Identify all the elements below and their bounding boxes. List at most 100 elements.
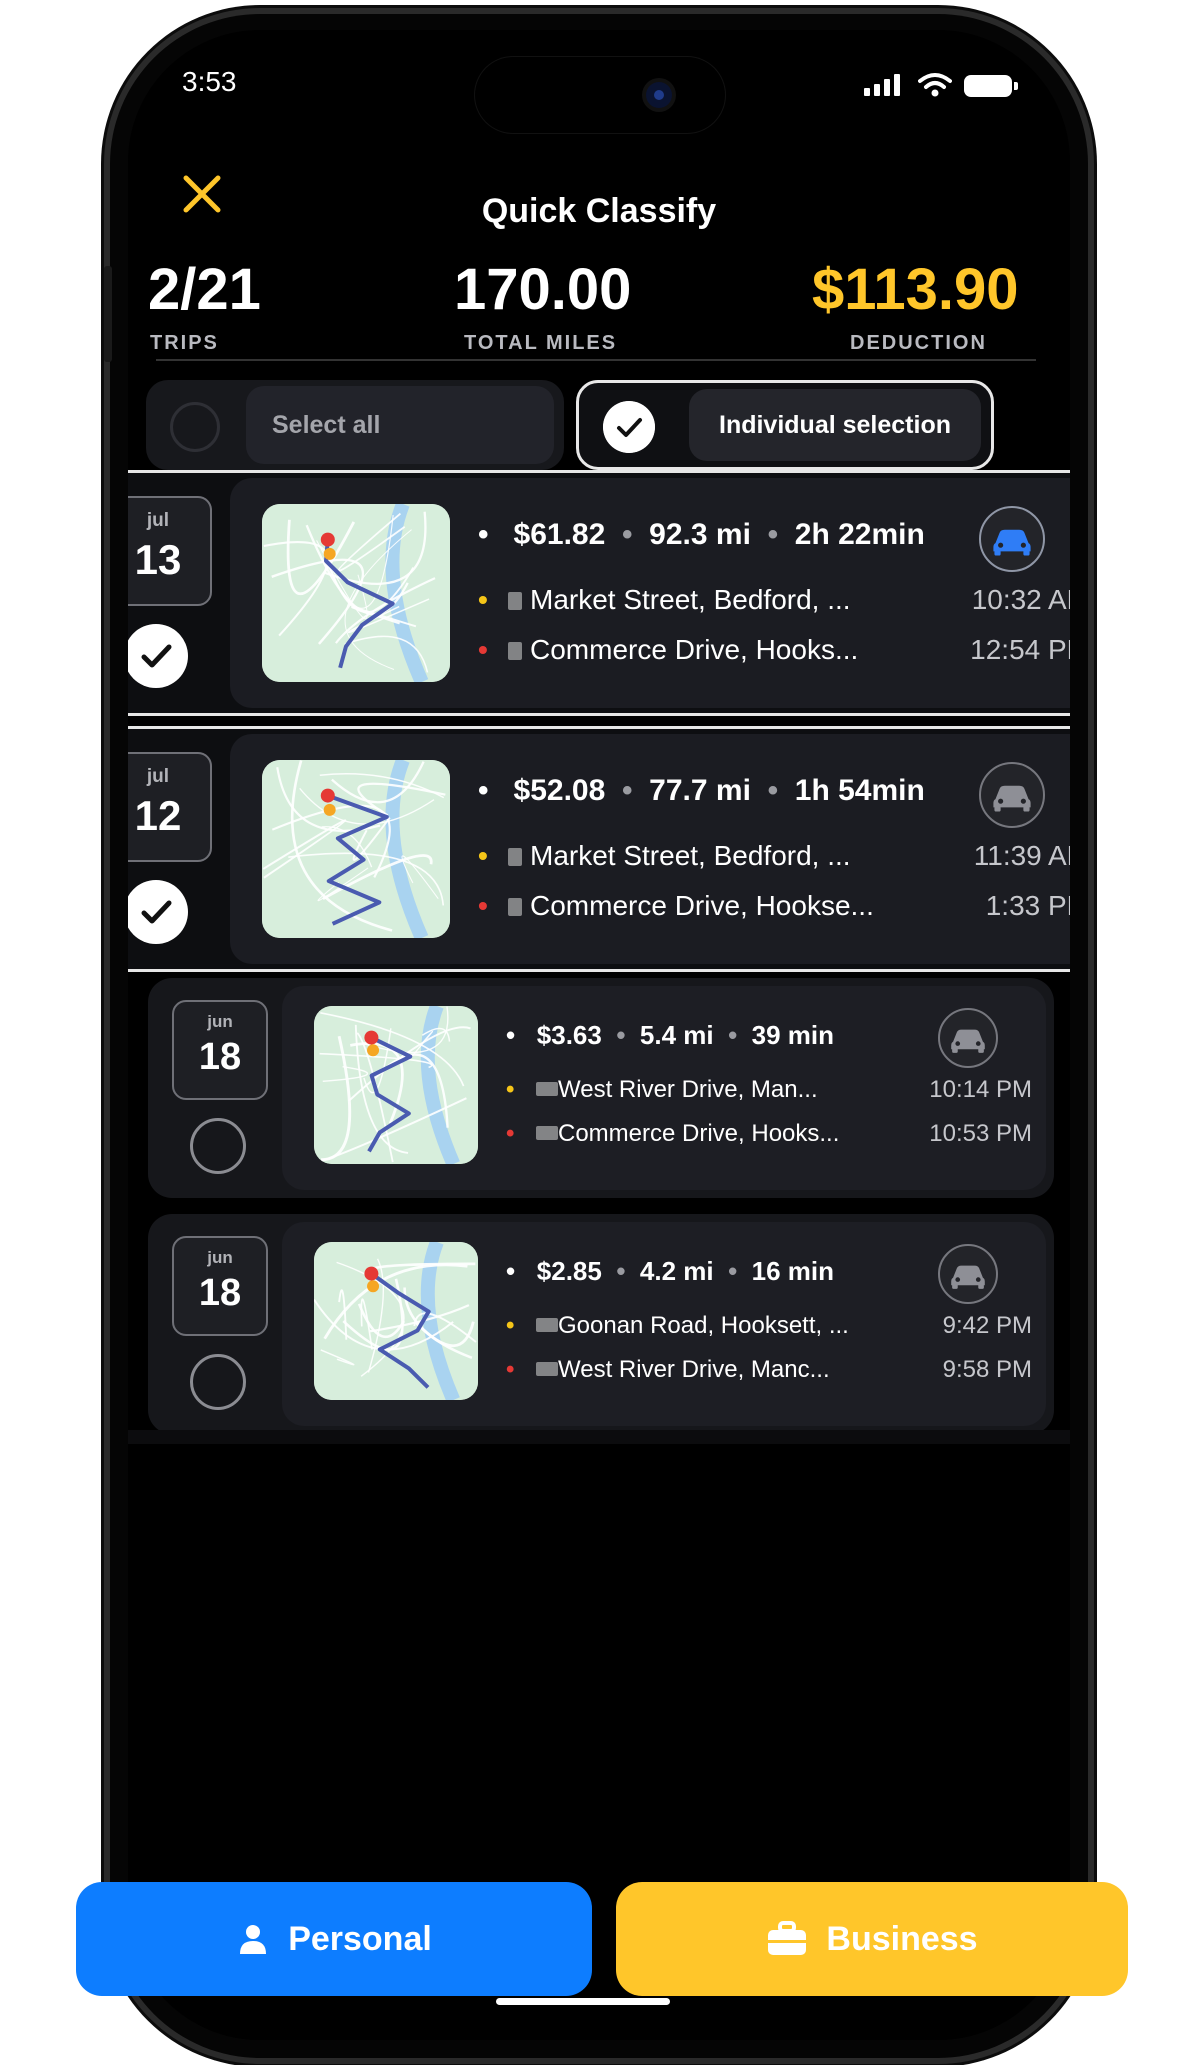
- signal-icon: [864, 74, 900, 96]
- select-all-radio[interactable]: [170, 402, 220, 452]
- individual-selection-option[interactable]: Individual selection: [576, 380, 994, 470]
- app-screen: 3:53 Quick Classify 2/21 TRIPS 170.00 TO…: [128, 30, 1070, 2040]
- status-time: 3:53: [182, 66, 237, 97]
- trip-to-address: West River Drive, Manc...: [558, 1356, 830, 1383]
- trip-day: 12: [134, 792, 182, 839]
- vehicle-button[interactable]: [938, 1008, 998, 1068]
- origin-dot: •: [506, 1076, 515, 1103]
- trip-to-address: Commerce Drive, Hooks...: [530, 634, 859, 665]
- origin-dot: •: [478, 840, 488, 871]
- redacted-house-number: [508, 642, 522, 660]
- vehicle-button[interactable]: [938, 1244, 998, 1304]
- trip-route-map: [262, 504, 450, 682]
- redacted-house-number: [508, 592, 522, 610]
- car-icon: [951, 1265, 985, 1289]
- personal-label: Personal: [288, 1919, 432, 1958]
- trip-select-checkbox[interactable]: [128, 880, 188, 944]
- trip-month: jul: [146, 510, 170, 531]
- trip-card[interactable]: jul 12 • $52.08 • 77.7 mi • 1h 54min • M…: [128, 726, 1070, 972]
- trip-select-checkbox[interactable]: [190, 1118, 246, 1174]
- home-indicator[interactable]: [496, 1998, 670, 2005]
- redacted-house-number: [508, 898, 522, 916]
- trip-duration: 39 min: [751, 1020, 835, 1050]
- trip-route-map: [262, 760, 450, 938]
- personal-button[interactable]: Personal: [76, 1882, 592, 1996]
- trip-origin: • Goonan Road, Hooksett, ... 9:42 PM: [506, 1312, 1032, 1348]
- car-icon: [993, 785, 1031, 812]
- individual-selection-button[interactable]: Individual selection: [689, 389, 981, 461]
- trip-from-address: West River Drive, Man...: [558, 1076, 818, 1103]
- trip-month: jun: [207, 1012, 233, 1031]
- trip-from-time: 10:14 PM: [929, 1076, 1032, 1103]
- origin-dot: •: [506, 1312, 515, 1339]
- header: Quick Classify: [128, 170, 1070, 230]
- trip-destination: • West River Drive, Manc... 9:58 PM: [506, 1356, 1032, 1392]
- trip-select-checkbox[interactable]: [128, 624, 188, 688]
- trip-duration: 1h 54min: [794, 774, 925, 807]
- vehicle-button[interactable]: [979, 506, 1045, 572]
- business-label: Business: [826, 1919, 978, 1958]
- trip-select-checkbox[interactable]: [190, 1354, 246, 1410]
- trip-summary: • $2.85 • 4.2 mi • 16 min: [506, 1256, 835, 1286]
- trip-to-time: 1:33 PM: [985, 890, 1070, 921]
- select-all-button[interactable]: Select all: [246, 386, 554, 464]
- selection-mode-row: Select all Individual selection: [146, 380, 1046, 470]
- check-icon: [141, 900, 172, 924]
- total-miles-value: 170.00: [454, 257, 632, 322]
- trip-card[interactable]: jun 18 • $3.63 • 5.4 mi • 39 min • West …: [148, 978, 1054, 1198]
- redacted-house-number: [536, 1082, 558, 1096]
- redacted-house-number: [536, 1318, 558, 1332]
- trip-distance: 4.2 mi: [639, 1256, 714, 1286]
- car-icon: [993, 529, 1031, 556]
- trip-from-time: 10:32 AM: [971, 584, 1070, 615]
- page-title: Quick Classify: [481, 192, 717, 230]
- trips-count: 2/21: [148, 257, 261, 322]
- trip-route-map: [314, 1242, 478, 1400]
- check-icon[interactable]: [603, 401, 655, 453]
- total-miles-label: TOTAL MILES: [464, 332, 618, 354]
- trip-month: jun: [207, 1248, 233, 1267]
- trip-origin: • Market Street, Bedford, ... 10:32 AM: [478, 584, 1070, 624]
- select-all-option[interactable]: Select all: [146, 380, 564, 470]
- vehicle-button[interactable]: [979, 762, 1045, 828]
- trip-summary: • $61.82 • 92.3 mi • 2h 22min: [478, 518, 925, 551]
- briefcase-icon: [768, 1921, 807, 1955]
- check-icon: [141, 644, 172, 668]
- trip-distance: 92.3 mi: [649, 518, 751, 551]
- trip-summary: • $3.63 • 5.4 mi • 39 min: [506, 1020, 835, 1050]
- battery-icon: [964, 75, 1018, 97]
- origin-dot: •: [478, 584, 488, 615]
- trip-duration: 2h 22min: [794, 518, 925, 551]
- wifi-icon: [918, 73, 952, 97]
- trip-date: jun 18: [172, 1000, 268, 1100]
- trip-card[interactable]: jul 13 • $61.82 • 92.3 mi • 2h 22min • M…: [128, 470, 1070, 716]
- trips-label: TRIPS: [150, 332, 219, 354]
- stats-divider: [156, 359, 1036, 361]
- trip-to-address: Commerce Drive, Hooks...: [558, 1120, 840, 1147]
- trip-to-address: Commerce Drive, Hookse...: [530, 890, 874, 921]
- trip-to-time: 10:53 PM: [929, 1120, 1032, 1147]
- trip-to-time: 9:58 PM: [942, 1356, 1032, 1383]
- trip-amount: $52.08: [513, 774, 606, 807]
- trip-to-time: 12:54 PM: [970, 634, 1070, 665]
- trip-date: jul 12: [128, 752, 212, 862]
- trip-card[interactable]: jun 18 • $2.85 • 4.2 mi • 16 min • Goona…: [148, 1214, 1054, 1434]
- trip-day: 18: [198, 1036, 242, 1078]
- trip-distance: 5.4 mi: [639, 1020, 714, 1050]
- trip-destination: • Commerce Drive, Hooks... 10:53 PM: [506, 1120, 1032, 1156]
- trip-origin: • Market Street, Bedford, ... 11:39 AM: [478, 840, 1070, 880]
- deduction-label: DEDUCTION: [850, 332, 987, 354]
- trip-amount: $3.63: [536, 1020, 602, 1050]
- business-button[interactable]: Business: [616, 1882, 1128, 1996]
- redacted-house-number: [536, 1362, 558, 1376]
- trip-from-address: Market Street, Bedford, ...: [530, 840, 851, 871]
- list-edge: [128, 1430, 1070, 1444]
- dynamic-island: [474, 56, 726, 134]
- status-bar: 3:53: [128, 30, 1070, 134]
- redacted-house-number: [536, 1126, 558, 1140]
- trip-route-map: [314, 1006, 478, 1164]
- phone-side-button: [104, 266, 112, 362]
- trip-date: jun 18: [172, 1236, 268, 1336]
- trip-from-time: 11:39 AM: [973, 840, 1070, 871]
- camera-icon: [646, 82, 672, 108]
